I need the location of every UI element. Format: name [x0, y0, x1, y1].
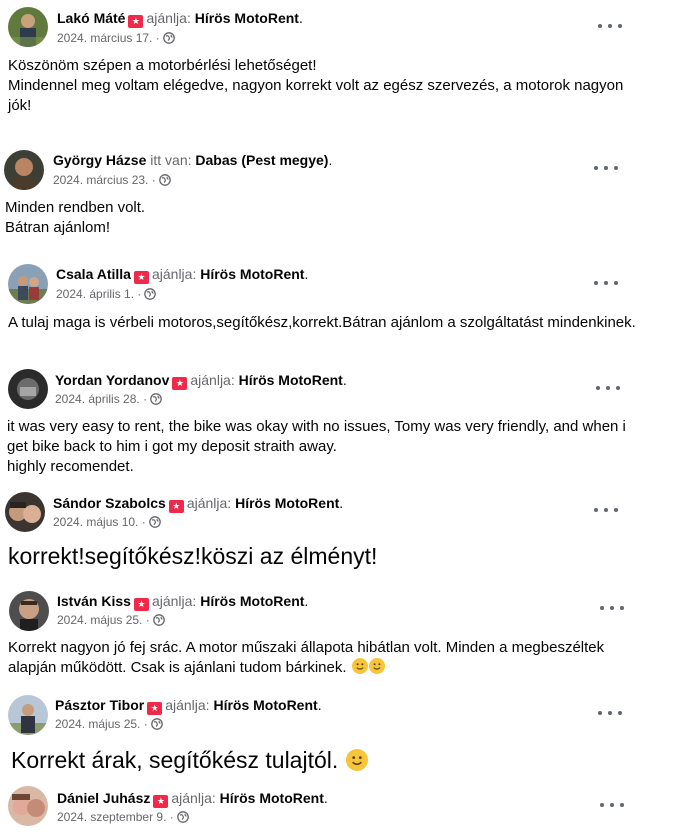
reviewer-name[interactable]: Lakó Máté [57, 10, 125, 26]
review-date[interactable]: 2024. április 1. [56, 287, 134, 301]
recommend-icon: ★ [133, 598, 149, 611]
page-name[interactable]: Hírös MotoRent [220, 790, 324, 806]
review-meta: 2024. május 10. · [53, 514, 161, 530]
avatar[interactable] [8, 7, 48, 47]
avatar[interactable] [8, 369, 48, 409]
reviewer-name[interactable]: György Házse [53, 152, 146, 168]
review-line: it was very easy to rent, the bike was o… [7, 418, 626, 455]
review-line: Köszönöm szépen a motorbérlési lehetőség… [8, 57, 317, 74]
review-meta: 2024. május 25. · [55, 716, 163, 732]
avatar[interactable] [4, 150, 44, 190]
review-header: Dániel Juhász ★ ajánlja: Hírös MotoRent. [57, 790, 328, 808]
review-line: Korrekt árak, segítőkész tulajtól. [11, 747, 339, 773]
review-action: ajánlja: [171, 790, 216, 806]
review-action: ajánlja: [146, 10, 191, 26]
recommend-icon: ★ [147, 702, 163, 715]
reviewer-name[interactable]: Sándor Szabolcs [53, 495, 166, 511]
review-line: Bátran ajánlom! [5, 219, 111, 236]
avatar[interactable] [5, 492, 45, 532]
review-text: korrekt!segítőkész!köszi az élményt! [8, 542, 688, 570]
avatar[interactable] [8, 786, 48, 826]
globe-icon [150, 718, 163, 730]
more-options-icon[interactable] [596, 381, 620, 395]
recommend-icon: ★ [153, 795, 169, 808]
more-options-icon[interactable] [600, 601, 624, 615]
reviewer-name[interactable]: Yordan Yordanov [55, 372, 169, 388]
globe-icon [144, 288, 157, 300]
globe-icon [150, 393, 162, 405]
recommend-icon: ★ [172, 377, 188, 390]
review-date[interactable]: 2024. szeptember 9. [57, 810, 166, 824]
review-text: Korrekt árak, segítőkész tulajtól. [11, 746, 671, 774]
review-line: Korrekt nagyon jó fej srác. A motor műsz… [8, 639, 605, 676]
page-name[interactable]: Dabas (Pest megye) [195, 152, 328, 168]
review-action: ajánlja: [165, 697, 210, 713]
review-date[interactable]: 2024. május 25. [57, 613, 142, 627]
review-action: ajánlja: [190, 372, 235, 388]
page-name[interactable]: Hírös MotoRent [213, 697, 317, 713]
smile-emoji-icon [368, 658, 385, 674]
review-header: Csala Atilla ★ ajánlja: Hírös MotoRent. [56, 266, 309, 284]
review-text: Minden rendben volt. Bátran ajánlom! [5, 198, 630, 238]
review-meta: 2024. szeptember 9. · [57, 809, 189, 825]
more-options-icon[interactable] [598, 706, 622, 720]
page-name[interactable]: Hírös MotoRent [195, 10, 299, 26]
reviewer-name[interactable]: Pásztor Tibor [55, 697, 144, 713]
review-action: ajánlja: [151, 266, 197, 282]
globe-icon [158, 174, 171, 186]
review-action: itt van: [150, 152, 192, 168]
review-header: György Házse itt van: Dabas (Pest megye)… [53, 152, 333, 168]
review-action: ajánlja: [151, 593, 197, 609]
review-line: Mindennel meg voltam elégedve, nagyon ko… [8, 77, 624, 114]
page-name[interactable]: Hírös MotoRent [200, 266, 304, 282]
more-options-icon[interactable] [600, 798, 624, 812]
globe-icon [162, 32, 175, 44]
review-text: Korrekt nagyon jó fej srác. A motor műsz… [8, 638, 628, 678]
review-line: highly recomendet. [7, 458, 134, 475]
avatar[interactable] [8, 264, 48, 304]
review-date[interactable]: 2024. május 10. [53, 515, 138, 529]
review-meta: 2024. március 23. · [53, 172, 171, 188]
review-header: István Kiss ★ ajánlja: Hírös MotoRent. [57, 593, 309, 611]
review-header: Pásztor Tibor ★ ajánlja: Hírös MotoRent. [55, 697, 322, 715]
globe-icon [152, 614, 165, 626]
globe-icon [176, 811, 189, 823]
reviewer-name[interactable]: Csala Atilla [56, 266, 131, 282]
page-name[interactable]: Hírös MotoRent [239, 372, 343, 388]
review-line: A tulaj maga is vérbeli motoros,segítőké… [8, 314, 636, 331]
smile-emoji-icon [351, 658, 368, 674]
recommend-icon: ★ [133, 271, 149, 284]
review-text: Köszönöm szépen a motorbérlési lehetőség… [8, 56, 633, 116]
more-options-icon[interactable] [594, 503, 618, 517]
recommend-icon: ★ [168, 500, 184, 513]
globe-icon [148, 516, 161, 528]
more-options-icon[interactable] [598, 19, 622, 33]
review-header: Lakó Máté ★ ajánlja: Hírös MotoRent. [57, 10, 303, 28]
page-name[interactable]: Hírös MotoRent [235, 495, 339, 511]
review-header: Sándor Szabolcs ★ ajánlja: Hírös MotoRent. [53, 495, 344, 513]
review-text: A tulaj maga is vérbeli motoros,segítőké… [8, 313, 688, 333]
more-options-icon[interactable] [594, 276, 618, 290]
review-date[interactable]: 2024. március 23. [53, 173, 148, 187]
review-meta: 2024. március 17. · [57, 30, 175, 46]
review-date[interactable]: 2024. május 25. [55, 717, 140, 731]
review-line: Minden rendben volt. [5, 199, 146, 216]
recommend-icon: ★ [128, 15, 144, 28]
reviewer-name[interactable]: Dániel Juhász [57, 790, 150, 806]
smile-emoji-icon [345, 749, 368, 771]
avatar[interactable] [8, 695, 48, 735]
review-text: it was very easy to rent, the bike was o… [7, 417, 637, 477]
review-date[interactable]: 2024. április 28. [55, 392, 140, 406]
avatar[interactable] [9, 591, 49, 631]
review-action: ajánlja: [186, 495, 232, 511]
review-meta: 2024. május 25. · [57, 612, 165, 628]
review-header: Yordan Yordanov ★ ajánlja: Hírös MotoRent. [55, 372, 347, 390]
review-line: korrekt!segítőkész!köszi az élményt! [8, 543, 378, 569]
more-options-icon[interactable] [594, 161, 618, 175]
reviewer-name[interactable]: István Kiss [57, 593, 131, 609]
review-date[interactable]: 2024. március 17. [57, 31, 152, 45]
review-meta: 2024. április 1. · [56, 286, 157, 302]
review-meta: 2024. április 28. · [55, 391, 162, 407]
page-name[interactable]: Hírös MotoRent [200, 593, 304, 609]
